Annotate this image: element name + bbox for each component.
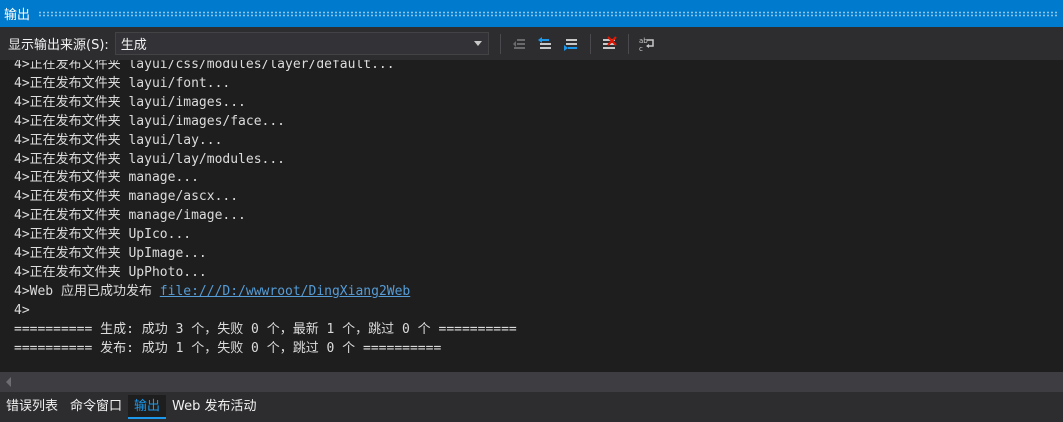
- go-to-error-button[interactable]: [508, 33, 530, 55]
- tab-3[interactable]: Web 发布活动: [166, 395, 262, 419]
- output-line: 4>正在发布文件夹 manage/ascx...: [14, 188, 517, 207]
- next-message-icon: [563, 38, 577, 51]
- build-summary: ========== 生成: 成功 3 个，失败 0 个，最新 1 个，跳过 0…: [14, 321, 517, 337]
- publish-summary: ========== 发布: 成功 1 个，失败 0 个，跳过 0 个 ====…: [14, 340, 442, 356]
- output-line-text: 4>正在发布文件夹 UpPhoto...: [14, 264, 207, 280]
- output-line: 4>正在发布文件夹 layui/css/modules/layer/defaul…: [14, 60, 517, 75]
- toolbar-separator: [589, 33, 591, 54]
- toolbar-separator: [499, 33, 501, 54]
- output-source-dropdown[interactable]: 生成: [114, 32, 489, 55]
- chevron-down-icon: [473, 41, 482, 46]
- previous-message-icon: [537, 36, 551, 49]
- output-text: 4>正在发布文件夹 layui/css/modules/layer/defaul…: [14, 60, 517, 359]
- output-line-text: 4>正在发布文件夹 manage...: [14, 170, 199, 186]
- output-line: ========== 生成: 成功 3 个，失败 0 个，最新 1 个，跳过 0…: [14, 321, 517, 340]
- output-line: 4>正在发布文件夹 UpIco...: [14, 226, 517, 245]
- output-source-label: 显示输出来源(S):: [8, 38, 109, 53]
- output-line: 4>正在发布文件夹 manage...: [14, 169, 517, 188]
- clear-all-icon: [602, 35, 617, 49]
- output-line: 4>: [14, 302, 517, 321]
- output-line: 4>正在发布文件夹 layui/images/face...: [14, 113, 517, 132]
- horizontal-scrollbar[interactable]: [0, 372, 1063, 392]
- word-wrap-button[interactable]: ab c: [636, 33, 658, 55]
- output-line: 4>正在发布文件夹 layui/font...: [14, 75, 517, 94]
- word-wrap-icon: ab c: [639, 37, 654, 52]
- tab-2[interactable]: 输出: [128, 395, 167, 419]
- output-line-text: 4>正在发布文件夹 layui/images...: [14, 94, 246, 110]
- toolbar-separator: [627, 33, 629, 54]
- svg-text:c: c: [639, 45, 643, 52]
- clear-all-button[interactable]: [598, 33, 620, 55]
- output-line: ========== 发布: 成功 1 个，失败 0 个，跳过 0 个 ====…: [14, 340, 517, 359]
- scroll-left-icon[interactable]: [6, 377, 11, 387]
- output-line: 4>Web 应用已成功发布 file:///D:/wwwroot/DingXia…: [14, 283, 517, 302]
- output-line-text: 4>正在发布文件夹 layui/lay...: [14, 132, 223, 148]
- output-line-text: 4>正在发布文件夹 layui/font...: [14, 75, 231, 91]
- window-title: 输出: [4, 8, 31, 23]
- output-line-text: 4>正在发布文件夹 manage/ascx...: [14, 189, 239, 205]
- output-line-text: 4>正在发布文件夹 layui/images/face...: [14, 113, 286, 129]
- previous-message-button[interactable]: [534, 33, 556, 55]
- output-line: 4>正在发布文件夹 manage/image...: [14, 207, 517, 226]
- tab-0[interactable]: 错误列表: [0, 395, 64, 419]
- output-toolbar: 显示输出来源(S): 生成 ab c: [0, 27, 1063, 60]
- publish-message: 4>Web 应用已成功发布: [14, 283, 160, 299]
- output-line-text: 4>正在发布文件夹 layui/lay/modules...: [14, 151, 286, 167]
- output-line: 4>正在发布文件夹 UpImage...: [14, 245, 517, 264]
- title-bar-grip[interactable]: [38, 10, 1057, 17]
- svg-text:ab: ab: [639, 37, 648, 45]
- output-line-text: 4>正在发布文件夹 layui/css/modules/layer/defaul…: [14, 60, 395, 72]
- output-line-text: 4>: [14, 302, 30, 318]
- output-pane[interactable]: 4>正在发布文件夹 layui/css/modules/layer/defaul…: [0, 60, 1063, 372]
- output-line: 4>正在发布文件夹 layui/lay...: [14, 132, 517, 151]
- output-line-text: 4>正在发布文件夹 UpIco...: [14, 227, 192, 243]
- output-line-text: 4>正在发布文件夹 UpImage...: [14, 246, 207, 262]
- output-source-value: 生成: [120, 38, 147, 53]
- output-line-text: 4>正在发布文件夹 manage/image...: [14, 208, 246, 224]
- title-bar: 输出: [0, 0, 1063, 27]
- tab-1[interactable]: 命令窗口: [64, 395, 128, 419]
- output-line: 4>正在发布文件夹 UpPhoto...: [14, 264, 517, 283]
- output-line: 4>正在发布文件夹 layui/lay/modules...: [14, 151, 517, 170]
- next-message-button[interactable]: [560, 33, 582, 55]
- output-line: 4>正在发布文件夹 layui/images...: [14, 94, 517, 113]
- tool-window-tabs: 错误列表 命令窗口 输出 Web 发布活动: [0, 392, 1063, 422]
- publish-path-link[interactable]: file:///D:/wwwroot/DingXiang2Web: [160, 284, 410, 299]
- go-to-error-icon: [512, 38, 525, 49]
